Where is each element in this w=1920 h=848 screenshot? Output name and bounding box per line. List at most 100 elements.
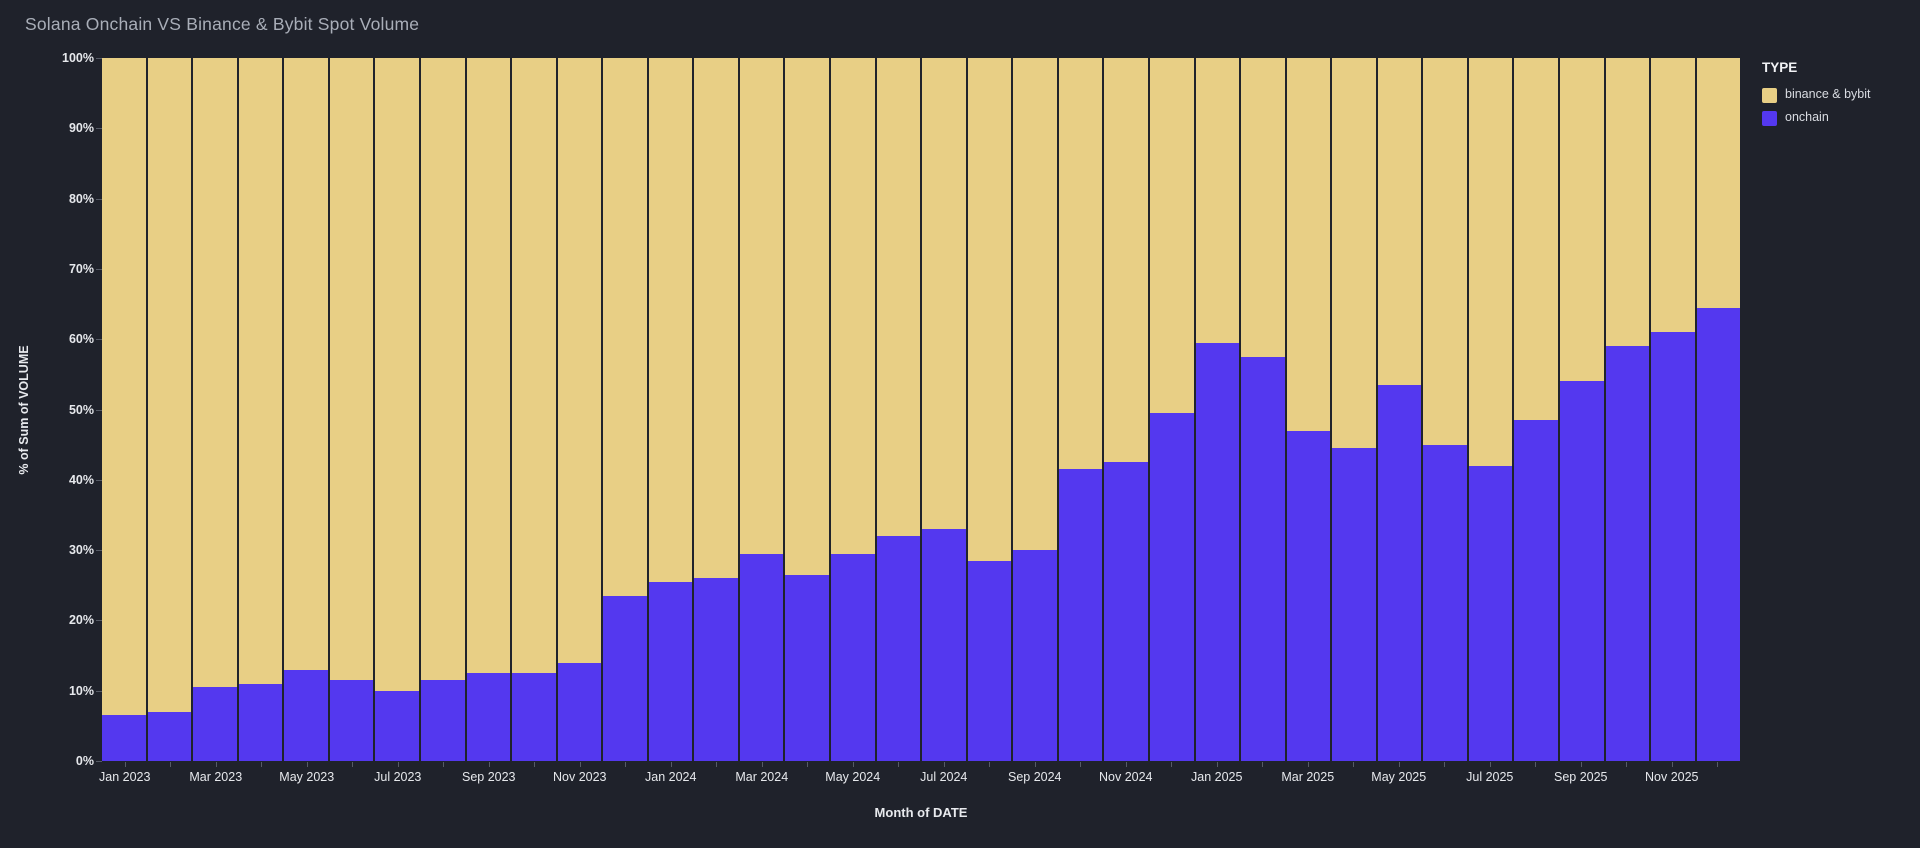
- bar-segment-onchain[interactable]: [922, 529, 966, 761]
- bar-segment-onchain[interactable]: [557, 662, 602, 761]
- bar-jun-2023[interactable]: [327, 58, 374, 761]
- bar-sep-2023[interactable]: [464, 58, 511, 761]
- bar-aug-2023[interactable]: [418, 58, 465, 761]
- bar-apr-2024[interactable]: [783, 58, 829, 761]
- bar-segment-binance-bybit[interactable]: [147, 58, 192, 712]
- bar-segment-binance-bybit[interactable]: [1468, 58, 1513, 466]
- bar-oct-2024[interactable]: [1056, 58, 1103, 761]
- bar-segment-binance-bybit[interactable]: [466, 58, 511, 674]
- bar-dec-2023[interactable]: [601, 58, 647, 761]
- bar-segment-onchain[interactable]: [238, 683, 283, 761]
- bar-segment-binance-bybit[interactable]: [1377, 58, 1422, 385]
- bar-segment-onchain[interactable]: [1195, 342, 1240, 761]
- legend-item-binance_bybit[interactable]: binance & bybit: [1762, 87, 1892, 103]
- bar-apr-2023[interactable]: [236, 58, 283, 761]
- bar-segment-binance-bybit[interactable]: [557, 58, 602, 663]
- legend-item-onchain[interactable]: onchain: [1762, 110, 1892, 126]
- bar-segment-binance-bybit[interactable]: [1104, 58, 1148, 463]
- bar-segment-binance-bybit[interactable]: [1696, 58, 1741, 308]
- bar-segment-onchain[interactable]: [193, 687, 237, 761]
- bar-segment-binance-bybit[interactable]: [375, 58, 419, 691]
- bar-may-2025[interactable]: [1375, 58, 1422, 761]
- bar-segment-onchain[interactable]: [648, 581, 693, 761]
- bar-segment-onchain[interactable]: [1560, 381, 1604, 761]
- bar-segment-onchain[interactable]: [1104, 462, 1148, 761]
- bar-segment-binance-bybit[interactable]: [603, 58, 647, 596]
- bar-segment-binance-bybit[interactable]: [648, 58, 693, 582]
- bar-segment-onchain[interactable]: [1605, 346, 1650, 761]
- bar-segment-onchain[interactable]: [876, 536, 921, 761]
- bar-jul-2023[interactable]: [373, 58, 419, 761]
- bar-segment-onchain[interactable]: [1423, 444, 1467, 761]
- bar-segment-binance-bybit[interactable]: [785, 58, 829, 575]
- bar-mar-2023[interactable]: [191, 58, 237, 761]
- bar-segment-onchain[interactable]: [375, 690, 419, 761]
- bar-sep-2024[interactable]: [1011, 58, 1057, 761]
- bar-oct-2025[interactable]: [1603, 58, 1650, 761]
- bar-segment-onchain[interactable]: [1696, 307, 1741, 761]
- bar-oct-2023[interactable]: [510, 58, 556, 761]
- bar-segment-binance-bybit[interactable]: [694, 58, 738, 579]
- bar-segment-onchain[interactable]: [739, 553, 784, 761]
- bar-feb-2025[interactable]: [1239, 58, 1285, 761]
- bar-segment-onchain[interactable]: [1651, 332, 1695, 761]
- bar-segment-binance-bybit[interactable]: [831, 58, 875, 554]
- bar-aug-2025[interactable]: [1512, 58, 1558, 761]
- bar-segment-binance-bybit[interactable]: [1605, 58, 1650, 347]
- bar-segment-onchain[interactable]: [1514, 420, 1558, 761]
- bar-segment-onchain[interactable]: [1468, 465, 1513, 761]
- bar-segment-onchain[interactable]: [1286, 430, 1331, 761]
- bar-segment-binance-bybit[interactable]: [1651, 58, 1695, 333]
- bar-segment-binance-bybit[interactable]: [284, 58, 328, 670]
- bar-segment-onchain[interactable]: [1149, 413, 1194, 761]
- bar-segment-onchain[interactable]: [603, 595, 647, 761]
- bar-segment-onchain[interactable]: [785, 574, 829, 761]
- bar-dec-2024[interactable]: [1147, 58, 1194, 761]
- bar-segment-binance-bybit[interactable]: [739, 58, 784, 554]
- bar-aug-2024[interactable]: [965, 58, 1012, 761]
- bar-segment-onchain[interactable]: [831, 553, 875, 761]
- bar-nov-2025[interactable]: [1649, 58, 1695, 761]
- bar-jan-2025[interactable]: [1193, 58, 1240, 761]
- bar-segment-binance-bybit[interactable]: [512, 58, 556, 674]
- bar-segment-binance-bybit[interactable]: [1195, 58, 1240, 343]
- bar-jun-2024[interactable]: [874, 58, 921, 761]
- bar-segment-binance-bybit[interactable]: [876, 58, 921, 537]
- bar-segment-binance-bybit[interactable]: [329, 58, 374, 681]
- bar-may-2023[interactable]: [282, 58, 328, 761]
- bar-jul-2025[interactable]: [1466, 58, 1513, 761]
- bar-segment-binance-bybit[interactable]: [420, 58, 465, 681]
- bar-feb-2024[interactable]: [692, 58, 738, 761]
- bar-segment-binance-bybit[interactable]: [967, 58, 1012, 561]
- bar-segment-onchain[interactable]: [1013, 550, 1057, 761]
- bar-segment-binance-bybit[interactable]: [1149, 58, 1194, 413]
- bar-segment-binance-bybit[interactable]: [193, 58, 237, 688]
- bar-jun-2025[interactable]: [1421, 58, 1467, 761]
- bar-segment-onchain[interactable]: [1058, 469, 1103, 761]
- bar-dec-2025[interactable]: [1694, 58, 1741, 761]
- bar-segment-binance-bybit[interactable]: [238, 58, 283, 684]
- bar-feb-2023[interactable]: [145, 58, 192, 761]
- bar-nov-2024[interactable]: [1102, 58, 1148, 761]
- bar-may-2024[interactable]: [829, 58, 875, 761]
- bar-segment-onchain[interactable]: [1241, 356, 1285, 761]
- bar-segment-onchain[interactable]: [147, 711, 192, 761]
- bar-segment-onchain[interactable]: [420, 680, 465, 761]
- bar-segment-binance-bybit[interactable]: [1286, 58, 1331, 431]
- bar-segment-onchain[interactable]: [694, 578, 738, 761]
- bar-jan-2024[interactable]: [646, 58, 693, 761]
- bar-segment-onchain[interactable]: [466, 673, 511, 761]
- bar-segment-binance-bybit[interactable]: [922, 58, 966, 529]
- bar-segment-binance-bybit[interactable]: [1241, 58, 1285, 357]
- bar-nov-2023[interactable]: [555, 58, 602, 761]
- bar-apr-2025[interactable]: [1330, 58, 1376, 761]
- bar-mar-2025[interactable]: [1284, 58, 1331, 761]
- bar-segment-onchain[interactable]: [1377, 384, 1422, 761]
- bar-segment-binance-bybit[interactable]: [1013, 58, 1057, 551]
- bar-segment-binance-bybit[interactable]: [1332, 58, 1376, 449]
- bar-segment-onchain[interactable]: [512, 673, 556, 761]
- bar-mar-2024[interactable]: [737, 58, 784, 761]
- bar-segment-binance-bybit[interactable]: [1560, 58, 1604, 382]
- bar-sep-2025[interactable]: [1558, 58, 1604, 761]
- bar-segment-onchain[interactable]: [967, 560, 1012, 761]
